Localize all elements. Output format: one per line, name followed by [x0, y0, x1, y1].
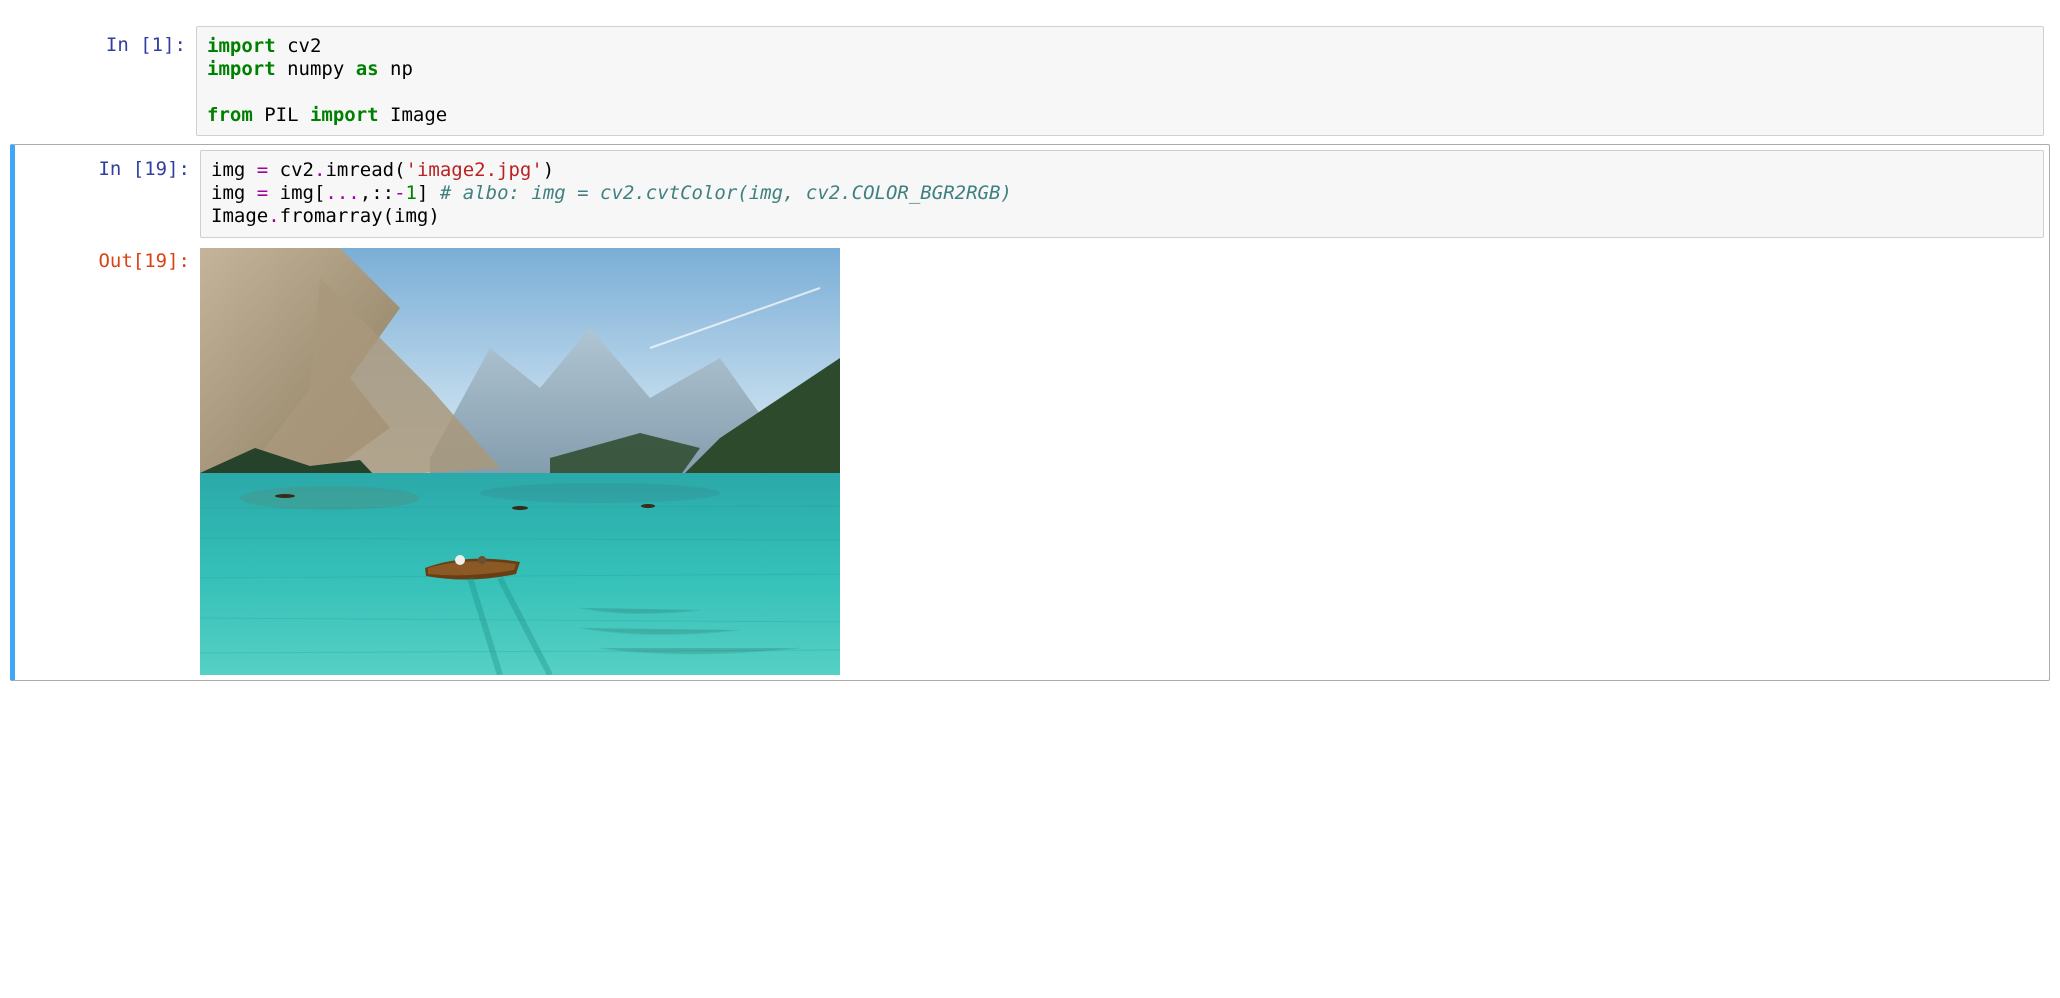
code-text: img	[211, 159, 257, 181]
string-literal: 'image2.jpg'	[406, 159, 543, 181]
keyword: as	[356, 58, 379, 80]
keyword: import	[207, 35, 276, 57]
code-text: img[	[268, 182, 325, 204]
output-image	[200, 248, 840, 675]
keyword: import	[310, 104, 379, 126]
operator: .	[268, 205, 279, 227]
code-text: ,::	[360, 182, 394, 204]
cell-input-area: img = cv2.imread('image2.jpg') img = img…	[200, 150, 2044, 237]
code-text: img	[211, 182, 257, 204]
keyword: from	[207, 104, 253, 126]
code-editor[interactable]: img = cv2.imread('image2.jpg') img = img…	[200, 150, 2044, 237]
cell-prompt-area: In [19]:	[20, 150, 200, 237]
operator: .	[314, 159, 325, 181]
comment: # albo: img = cv2.cvtColor(img, cv2.COLO…	[440, 182, 1012, 204]
code-text: )	[543, 159, 554, 181]
operator: =	[257, 159, 268, 181]
cell-prompt-area: In [1]:	[16, 26, 196, 136]
output-content	[200, 242, 2044, 675]
notebook-cell: In [1]: import cv2 import numpy as np fr…	[10, 20, 2050, 142]
keyword: import	[207, 58, 276, 80]
code-text: numpy	[276, 58, 356, 80]
code-text: np	[379, 58, 413, 80]
code-text: imread(	[325, 159, 405, 181]
cell-output-row: Out[19]:	[20, 238, 2044, 675]
code-editor[interactable]: import cv2 import numpy as np from PIL i…	[196, 26, 2044, 136]
code-text: fromarray(img)	[280, 205, 440, 227]
code-text: cv2	[268, 159, 314, 181]
operator: =	[257, 182, 268, 204]
input-prompt: In [19]:	[20, 158, 190, 181]
cell-output-area	[200, 242, 2044, 675]
output-prompt: Out[19]:	[20, 250, 190, 273]
notebook-cell-selected: In [19]: img = cv2.imread('image2.jpg') …	[10, 144, 2050, 680]
cell-input-area: import cv2 import numpy as np from PIL i…	[196, 26, 2044, 136]
code-text: ]	[417, 182, 440, 204]
code-text: Image	[211, 205, 268, 227]
number: 1	[406, 182, 417, 204]
cell-prompt-area: Out[19]:	[20, 242, 200, 675]
operator: ...	[325, 182, 359, 204]
code-text: PIL	[253, 104, 310, 126]
code-text: Image	[379, 104, 448, 126]
input-prompt: In [1]:	[21, 34, 186, 57]
operator: -	[394, 182, 405, 204]
code-text: cv2	[276, 35, 322, 57]
